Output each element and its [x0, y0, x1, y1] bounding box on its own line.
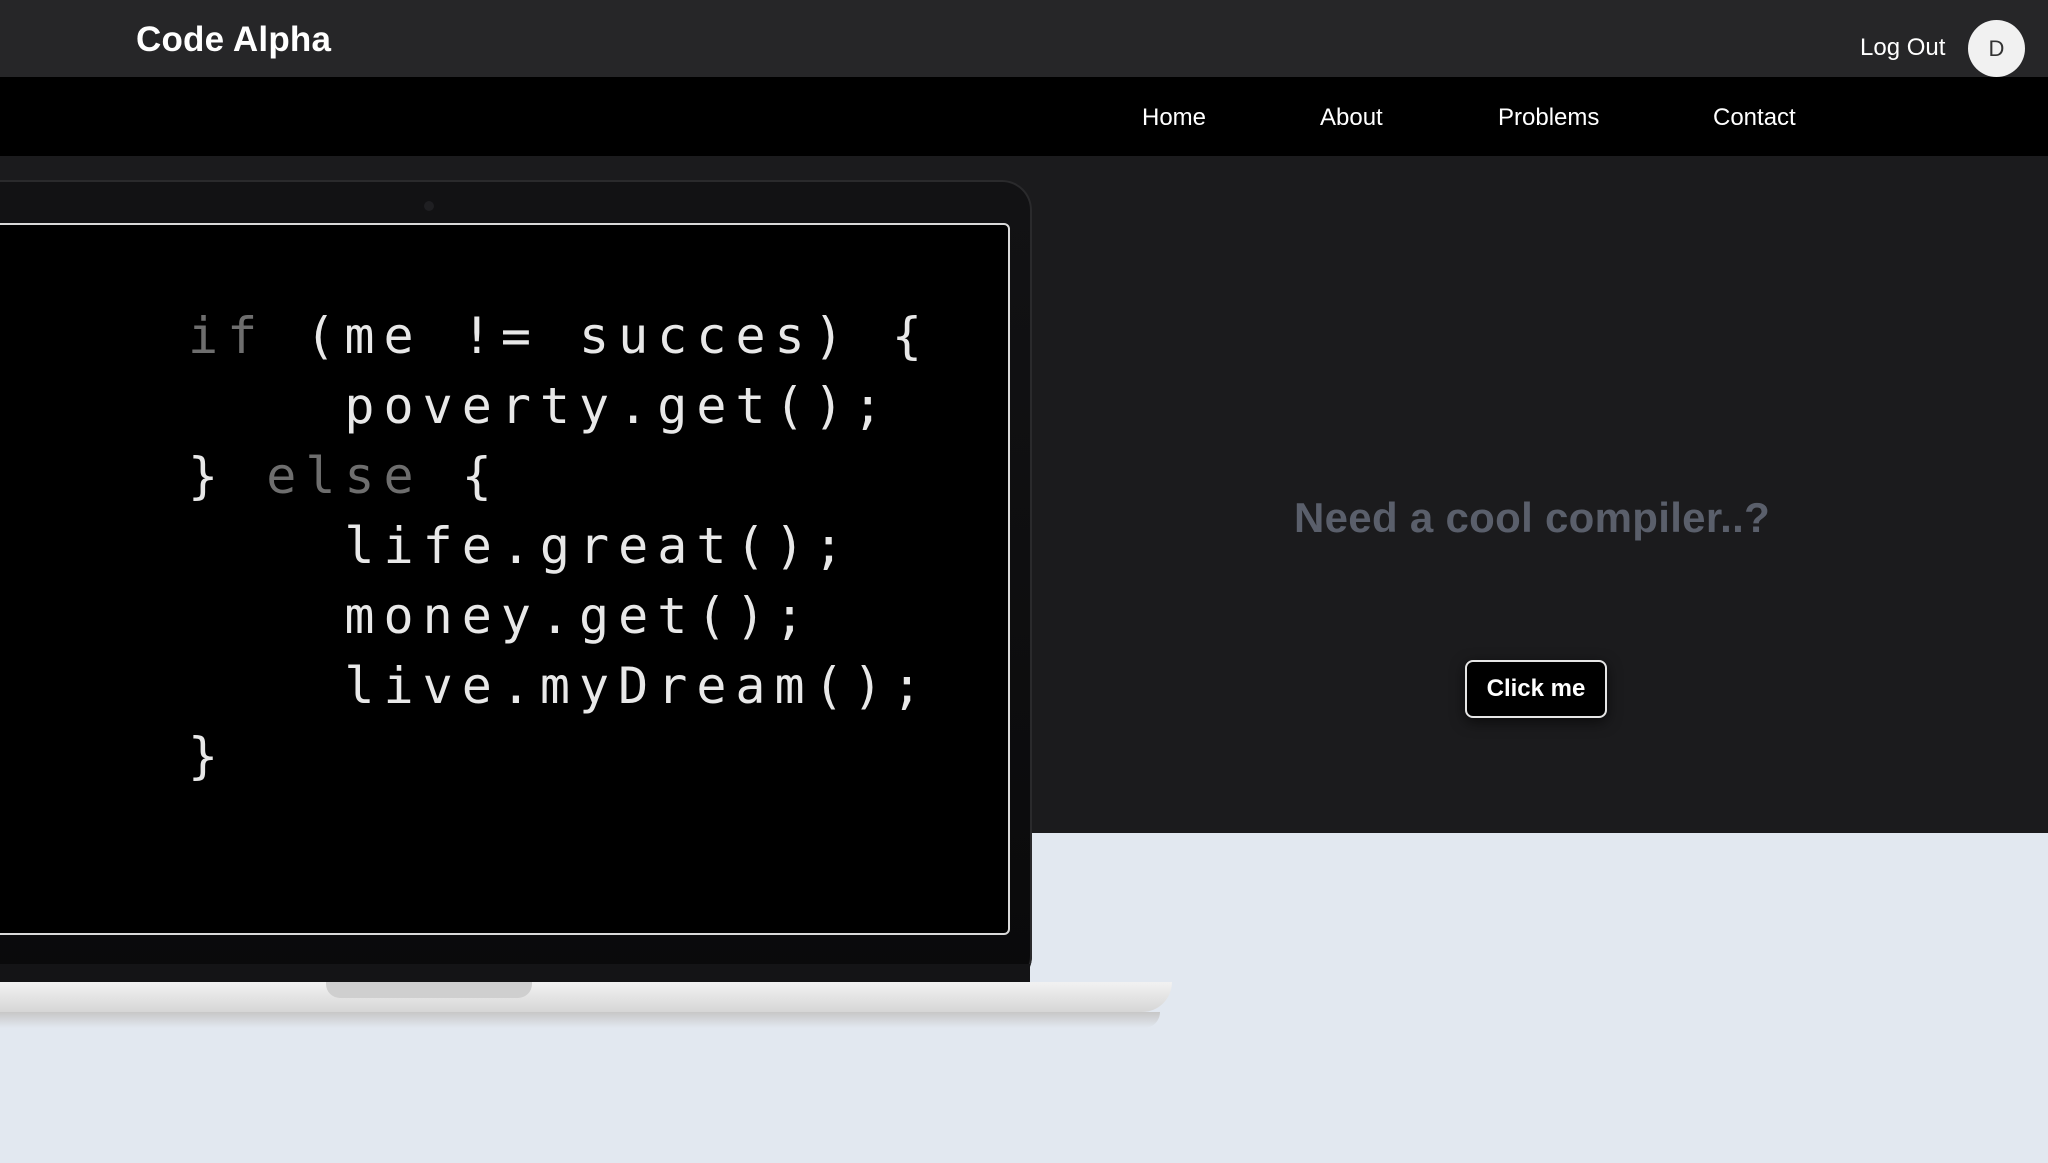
nav-about[interactable]: About	[1320, 104, 1383, 132]
code-line-2: poverty.get();	[188, 377, 892, 435]
brand-logo[interactable]: Code Alpha	[136, 20, 331, 60]
hero-headline: Need a cool compiler..?	[1294, 494, 1771, 541]
code-line-1: if (me != succes) {	[188, 307, 931, 365]
nav-home[interactable]: Home	[1142, 104, 1206, 132]
avatar[interactable]: D	[1968, 20, 2025, 77]
top-bar: Code Alpha Log Out D	[0, 0, 2048, 77]
nav-contact[interactable]: Contact	[1713, 104, 1796, 132]
code-line-4: life.great();	[188, 517, 853, 575]
laptop-screen: if (me != succes) { poverty.get(); } els…	[0, 223, 1010, 935]
laptop-base	[0, 982, 1172, 1012]
laptop-hinge	[0, 964, 1030, 984]
nav-problems[interactable]: Problems	[1498, 104, 1599, 132]
click-me-button[interactable]: Click me	[1465, 660, 1607, 718]
laptop-shadow	[0, 1012, 1160, 1028]
laptop-notch	[326, 982, 532, 998]
code-line-5: money.get();	[188, 587, 814, 645]
code-line-7: }	[188, 727, 228, 785]
main-nav: Home About Problems Contact	[0, 77, 2048, 156]
logout-button[interactable]: Log Out	[1860, 34, 1945, 62]
code-line-6: live.myDream();	[188, 657, 931, 715]
code-line-3: } else {	[188, 447, 501, 505]
laptop-camera	[424, 201, 434, 211]
